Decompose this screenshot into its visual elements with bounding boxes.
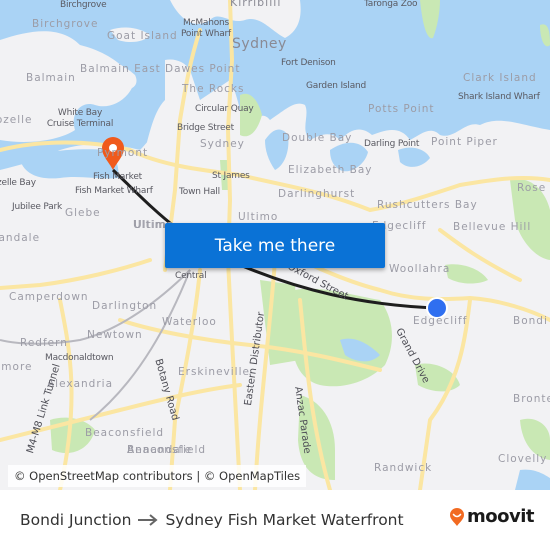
label-bellevue-hill: Bellevue Hill xyxy=(453,221,532,233)
moovit-logo[interactable]: moovit xyxy=(449,506,535,527)
map-view[interactable]: Kirribilli Birchgrove Taronga Zoo Birchg… xyxy=(0,0,550,490)
label-the-rocks: The Rocks xyxy=(182,83,245,95)
label-shark-island-wharf: Shark Island Wharf xyxy=(458,92,540,102)
label-double-bay: Rushcutters Bay xyxy=(377,199,478,211)
label-sydney-cbd: Sydney xyxy=(232,36,287,52)
label-jubilee-park: Jubilee Park xyxy=(12,202,63,212)
label-garden-island: Garden Island xyxy=(306,81,367,91)
label-bondi: Bondi Junction xyxy=(513,315,550,327)
label-goat-island: Goat Island xyxy=(107,30,178,42)
label-elizabeth-bay: Elizabeth Bay xyxy=(288,164,373,176)
label-sydney-station: Sydney xyxy=(200,138,245,150)
label-st-james: St James xyxy=(212,171,250,181)
label-birchgrove-wharf: Birchgrove xyxy=(60,0,107,10)
label-alexandria: Beaconsfield xyxy=(85,427,165,439)
label-mcmahons-point-wharf: McMahons Point Wharf xyxy=(181,18,231,39)
label-darlington: Darlington xyxy=(92,300,158,312)
arrow-right-icon xyxy=(138,514,159,526)
label-taronga-zoo: Taronga Zoo xyxy=(364,0,418,9)
label-woollahra: Woollahra xyxy=(389,263,451,275)
label-beaconsfield: Beaconsfield xyxy=(127,444,207,456)
label-annandale: Annandale xyxy=(0,232,41,244)
label-clark-island: Potts Point xyxy=(368,103,435,115)
label-central: Central xyxy=(175,271,207,281)
label-rozelle: Rozelle xyxy=(0,114,33,126)
label-randwick: Randwick xyxy=(374,462,433,474)
label-rose-bay: Rose Bay xyxy=(517,182,550,194)
label-pyrmont: Pyrmont xyxy=(97,147,149,159)
destination-name: Sydney Fish Market Waterfront xyxy=(165,511,404,529)
moovit-wordmark: moovit xyxy=(467,506,535,527)
label-camperdown: Camperdown xyxy=(9,291,89,303)
label-potts-point: Double Bay xyxy=(282,132,353,144)
origin-name: Bondi Junction xyxy=(20,511,132,529)
map-attribution: © OpenStreetMap contributors | © OpenMap… xyxy=(8,465,307,487)
label-waterloo: Erskineville xyxy=(178,366,250,378)
label-enmore: Enmore xyxy=(0,361,33,373)
label-rushcutters-bay: Darlinghurst xyxy=(278,188,356,200)
label-clovelly: Clovelly xyxy=(498,453,548,465)
label-bronte: Bronte xyxy=(513,393,550,405)
label-town-hall: Town Hall xyxy=(179,187,220,197)
label-birchgrove: Birchgrove xyxy=(32,18,99,30)
label-point-piper: Point Piper xyxy=(431,136,498,148)
label-fort-denison: Fort Denison xyxy=(281,58,336,68)
label-balmain: Balmain xyxy=(26,72,76,84)
label-bondi-junction: Edgecliff xyxy=(413,315,468,327)
label-fish-market-wharf: Fish Market Wharf xyxy=(75,186,153,196)
label-darlinghurst: Ultimo xyxy=(238,211,279,223)
label-balmain-east: Balmain East xyxy=(80,63,161,75)
label-eveleigh: Newtown xyxy=(87,329,143,341)
label-white-bay-cruise-terminal: White Bay Cruise Terminal xyxy=(46,108,114,129)
moovit-pin-icon xyxy=(450,507,464,526)
label-bridge-street: Bridge Street xyxy=(177,123,234,133)
label-glebe: Glebe xyxy=(65,207,101,219)
label-macdonaldtown: Macdonaldtown xyxy=(45,353,114,363)
label-newtown: Redfern xyxy=(20,337,68,349)
label-fish-market: Fish Market xyxy=(93,172,143,182)
label-rozelle-bay: Rozelle Bay xyxy=(0,178,36,188)
label-darling-point: Darling Point xyxy=(364,139,420,149)
route-summary: Bondi Junction Sydney Fish Market Waterf… xyxy=(20,511,404,529)
label-shark-island: Clark Island xyxy=(463,72,537,84)
label-redfern: Waterloo xyxy=(162,316,217,328)
label-kirribilli: Kirribilli xyxy=(230,0,282,9)
take-me-there-button[interactable]: Take me there xyxy=(165,223,385,268)
label-dawes-point: Dawes Point xyxy=(165,63,241,75)
label-circular-quay: Circular Quay xyxy=(195,104,254,114)
attribution-text: © OpenStreetMap contributors | © OpenMap… xyxy=(14,469,301,483)
